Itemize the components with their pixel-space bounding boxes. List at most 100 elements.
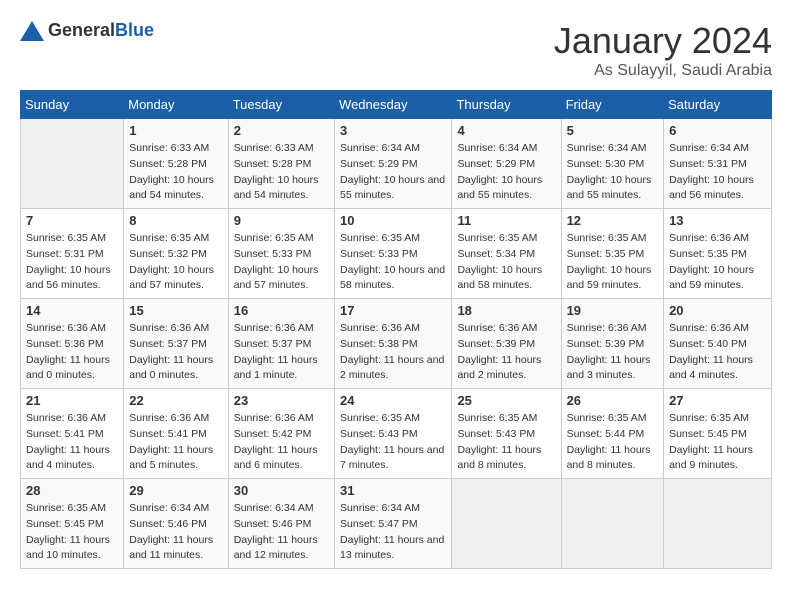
day-number: 6 <box>669 123 766 138</box>
day-info: Sunrise: 6:35 AMSunset: 5:45 PMDaylight:… <box>669 411 766 474</box>
calendar-week-row: 21 Sunrise: 6:36 AMSunset: 5:41 PMDayligh… <box>21 389 772 479</box>
calendar-cell: 5Sunrise: 6:34 AMSunset: 5:30 PMDaylight… <box>561 119 664 209</box>
day-info: Sunrise: 6:34 AMSunset: 5:29 PMDaylight:… <box>457 141 555 204</box>
location-title: As Sulayyil, Saudi Arabia <box>554 62 772 80</box>
day-info: Sunrise: 6:35 AMSunset: 5:33 PMDaylight:… <box>234 231 329 294</box>
day-number: 15 <box>129 303 222 318</box>
calendar-cell: 24Sunrise: 6:35 AMSunset: 5:43 PMDayligh… <box>335 389 452 479</box>
day-number: 8 <box>129 213 222 228</box>
calendar-cell: 28 Sunrise: 6:35 AMSunset: 5:45 PMDayligh… <box>21 479 124 569</box>
day-number: 4 <box>457 123 555 138</box>
day-number: 13 <box>669 213 766 228</box>
title-area: January 2024 As Sulayyil, Saudi Arabia <box>554 20 772 80</box>
calendar-cell <box>452 479 561 569</box>
calendar-cell <box>561 479 664 569</box>
day-number: 7 <box>26 213 118 228</box>
day-info: Sunrise: 6:36 AMSunset: 5:41 PMDaylight:… <box>129 411 222 474</box>
calendar-body: 1Sunrise: 6:33 AMSunset: 5:28 PMDaylight… <box>21 119 772 569</box>
calendar-cell: 22Sunrise: 6:36 AMSunset: 5:41 PMDayligh… <box>124 389 228 479</box>
day-number: 28 <box>26 483 118 498</box>
calendar-week-row: 14 Sunrise: 6:36 AMSunset: 5:36 PMDayligh… <box>21 299 772 389</box>
day-number: 10 <box>340 213 446 228</box>
calendar-cell: 12 Sunrise: 6:35 AMSunset: 5:35 PMDayligh… <box>561 209 664 299</box>
day-info: Sunrise: 6:34 AMSunset: 5:29 PMDaylight:… <box>340 141 446 204</box>
day-info: Sunrise: 6:34 AMSunset: 5:46 PMDaylight:… <box>129 501 222 564</box>
day-info: Sunrise: 6:34 AMSunset: 5:47 PMDaylight:… <box>340 501 446 564</box>
day-number: 3 <box>340 123 446 138</box>
day-number: 25 <box>457 393 555 408</box>
calendar-cell: 17Sunrise: 6:36 AMSunset: 5:38 PMDayligh… <box>335 299 452 389</box>
calendar-cell: 31 Sunrise: 6:34 AMSunset: 5:47 PMDayligh… <box>335 479 452 569</box>
calendar-cell: 21Sunrise: 6:36 AMSunset: 5:41 PMDayligh… <box>21 389 124 479</box>
logo-general: General <box>48 20 115 40</box>
day-number: 30 <box>234 483 329 498</box>
calendar-cell: 27 Sunrise: 6:35 AMSunset: 5:45 PMDayligh… <box>664 389 772 479</box>
calendar-cell: 14 Sunrise: 6:36 AMSunset: 5:36 PMDayligh… <box>21 299 124 389</box>
logo-icon <box>20 21 44 41</box>
day-info: Sunrise: 6:35 AMSunset: 5:31 PMDaylight:… <box>26 231 118 294</box>
day-info: Sunrise: 6:35 AMSunset: 5:45 PMDaylight:… <box>26 501 118 564</box>
day-info: Sunrise: 6:36 AMSunset: 5:37 PMDaylight:… <box>129 321 222 384</box>
calendar-cell: 16Sunrise: 6:36 AMSunset: 5:37 PMDayligh… <box>228 299 334 389</box>
weekday-header: Tuesday <box>228 91 334 119</box>
logo: GeneralBlue <box>20 20 154 41</box>
day-info: Sunrise: 6:35 AMSunset: 5:34 PMDaylight:… <box>457 231 555 294</box>
day-number: 26 <box>567 393 659 408</box>
header: GeneralBlue January 2024 As Sulayyil, Sa… <box>20 20 772 80</box>
calendar-cell: 18 Sunrise: 6:36 AMSunset: 5:39 PMDayligh… <box>452 299 561 389</box>
day-number: 14 <box>26 303 118 318</box>
day-number: 18 <box>457 303 555 318</box>
day-number: 19 <box>567 303 659 318</box>
weekday-header: Wednesday <box>335 91 452 119</box>
weekday-header: Monday <box>124 91 228 119</box>
day-info: Sunrise: 6:34 AMSunset: 5:31 PMDaylight:… <box>669 141 766 204</box>
calendar-cell: 9Sunrise: 6:35 AMSunset: 5:33 PMDaylight… <box>228 209 334 299</box>
day-number: 2 <box>234 123 329 138</box>
logo-blue: Blue <box>115 20 154 40</box>
day-info: Sunrise: 6:36 AMSunset: 5:35 PMDaylight:… <box>669 231 766 294</box>
day-info: Sunrise: 6:35 AMSunset: 5:33 PMDaylight:… <box>340 231 446 294</box>
day-info: Sunrise: 6:33 AMSunset: 5:28 PMDaylight:… <box>234 141 329 204</box>
day-info: Sunrise: 6:35 AMSunset: 5:35 PMDaylight:… <box>567 231 659 294</box>
day-info: Sunrise: 6:36 AMSunset: 5:39 PMDaylight:… <box>457 321 555 384</box>
day-info: Sunrise: 6:36 AMSunset: 5:39 PMDaylight:… <box>567 321 659 384</box>
calendar-week-row: 1Sunrise: 6:33 AMSunset: 5:28 PMDaylight… <box>21 119 772 209</box>
calendar-cell: 20Sunrise: 6:36 AMSunset: 5:40 PMDayligh… <box>664 299 772 389</box>
calendar-cell: 1Sunrise: 6:33 AMSunset: 5:28 PMDaylight… <box>124 119 228 209</box>
month-title: January 2024 <box>554 20 772 62</box>
calendar-cell <box>664 479 772 569</box>
calendar-week-row: 28 Sunrise: 6:35 AMSunset: 5:45 PMDayligh… <box>21 479 772 569</box>
calendar-cell: 30 Sunrise: 6:34 AMSunset: 5:46 PMDayligh… <box>228 479 334 569</box>
day-info: Sunrise: 6:36 AMSunset: 5:40 PMDaylight:… <box>669 321 766 384</box>
day-number: 29 <box>129 483 222 498</box>
day-number: 23 <box>234 393 329 408</box>
calendar-cell: 11 Sunrise: 6:35 AMSunset: 5:34 PMDayligh… <box>452 209 561 299</box>
day-info: Sunrise: 6:33 AMSunset: 5:28 PMDaylight:… <box>129 141 222 204</box>
day-info: Sunrise: 6:36 AMSunset: 5:37 PMDaylight:… <box>234 321 329 384</box>
calendar-cell: 7 Sunrise: 6:35 AMSunset: 5:31 PMDaylight… <box>21 209 124 299</box>
calendar-table: SundayMondayTuesdayWednesdayThursdayFrid… <box>20 90 772 569</box>
calendar-cell: 10 Sunrise: 6:35 AMSunset: 5:33 PMDayligh… <box>335 209 452 299</box>
day-info: Sunrise: 6:35 AMSunset: 5:44 PMDaylight:… <box>567 411 659 474</box>
calendar-cell: 8Sunrise: 6:35 AMSunset: 5:32 PMDaylight… <box>124 209 228 299</box>
calendar-cell: 3 Sunrise: 6:34 AMSunset: 5:29 PMDaylight… <box>335 119 452 209</box>
day-number: 21 <box>26 393 118 408</box>
calendar-week-row: 7 Sunrise: 6:35 AMSunset: 5:31 PMDaylight… <box>21 209 772 299</box>
logo-text: GeneralBlue <box>48 20 154 41</box>
day-info: Sunrise: 6:34 AMSunset: 5:46 PMDaylight:… <box>234 501 329 564</box>
day-number: 17 <box>340 303 446 318</box>
weekday-header: Saturday <box>664 91 772 119</box>
day-number: 31 <box>340 483 446 498</box>
day-number: 27 <box>669 393 766 408</box>
day-info: Sunrise: 6:36 AMSunset: 5:42 PMDaylight:… <box>234 411 329 474</box>
weekday-header: Sunday <box>21 91 124 119</box>
calendar-cell: 26 Sunrise: 6:35 AMSunset: 5:44 PMDayligh… <box>561 389 664 479</box>
calendar-cell: 2 Sunrise: 6:33 AMSunset: 5:28 PMDaylight… <box>228 119 334 209</box>
calendar-cell: 23 Sunrise: 6:36 AMSunset: 5:42 PMDayligh… <box>228 389 334 479</box>
day-number: 11 <box>457 213 555 228</box>
calendar-cell: 13 Sunrise: 6:36 AMSunset: 5:35 PMDayligh… <box>664 209 772 299</box>
day-info: Sunrise: 6:35 AMSunset: 5:43 PMDaylight:… <box>340 411 446 474</box>
day-number: 12 <box>567 213 659 228</box>
weekday-header: Thursday <box>452 91 561 119</box>
day-info: Sunrise: 6:36 AMSunset: 5:36 PMDaylight:… <box>26 321 118 384</box>
